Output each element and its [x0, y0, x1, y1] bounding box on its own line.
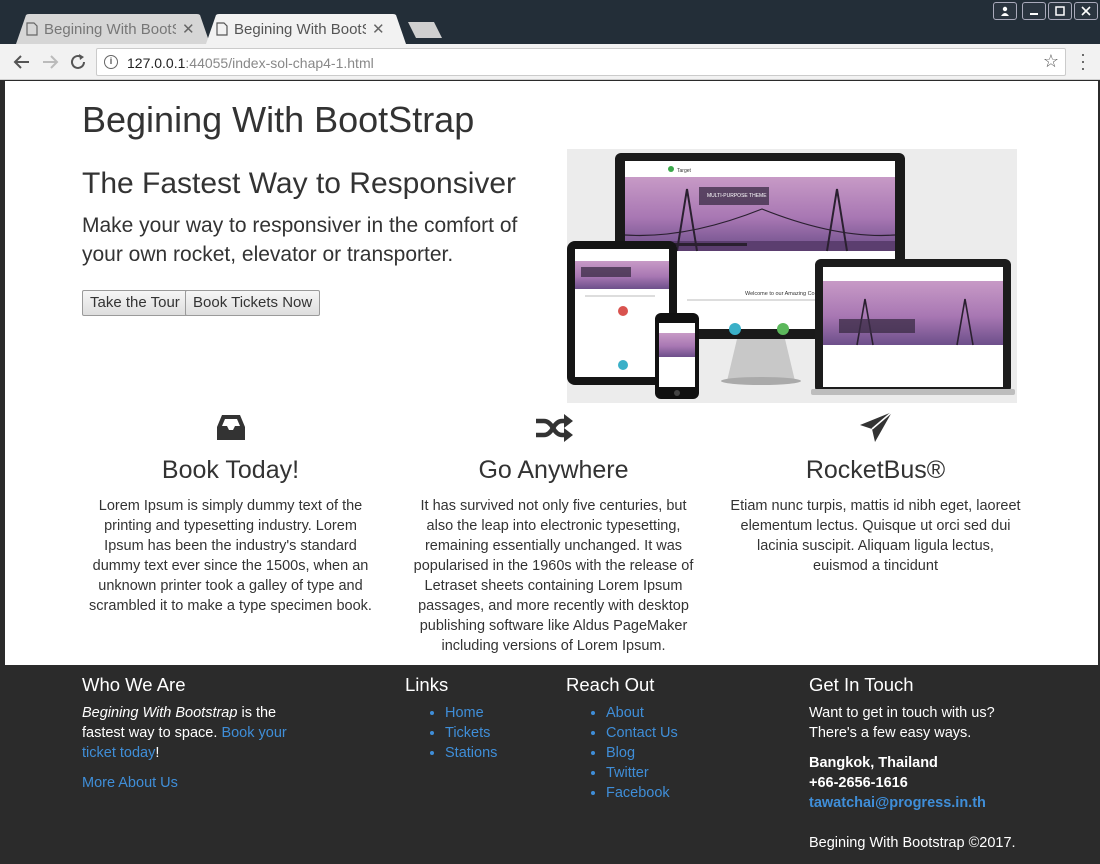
reload-icon[interactable]	[68, 52, 88, 72]
site-title: Begining With BootStrap	[82, 99, 475, 140]
url-host: 127.0.0.1	[127, 55, 186, 71]
more-about-us-link[interactable]: More About Us	[82, 775, 178, 791]
link-stations[interactable]: Stations	[445, 745, 497, 761]
url-text[interactable]: 127.0.0.1:44055/index-sol-chap4-1.html	[127, 55, 374, 71]
feature-text: It has survived not only five centuries,…	[413, 498, 694, 654]
close-window-button[interactable]	[1074, 2, 1098, 20]
toolbar: i 127.0.0.1:44055/index-sol-chap4-1.html…	[0, 44, 1100, 80]
close-icon[interactable]: ✕	[372, 20, 385, 38]
url-path: :44055/index-sol-chap4-1.html	[185, 55, 374, 71]
address-bar[interactable]: i 127.0.0.1:44055/index-sol-chap4-1.html…	[96, 48, 1066, 76]
link-facebook[interactable]: Facebook	[606, 785, 670, 801]
footer-heading: Links	[405, 674, 449, 695]
take-tour-button[interactable]: Take the Tour	[82, 290, 188, 316]
menu-dots-icon[interactable]: · · ·	[1080, 45, 1086, 77]
who-after: !	[155, 745, 160, 761]
maximize-button[interactable]	[1048, 2, 1072, 20]
responsive-devices-image: Target MULTI-PURPOSE THEME Welcome to ou…	[567, 149, 1017, 403]
copyright: Begining With Bootstrap ©2017.	[809, 835, 1016, 851]
tab-title: Begining With BootStrap	[234, 20, 366, 38]
link-about[interactable]: About	[606, 705, 644, 721]
footer-heading: Reach Out	[566, 674, 655, 695]
feature-go-anywhere: Go Anywhere It has survived not only fiv…	[405, 403, 702, 656]
footer-heading: Who We Are	[82, 674, 186, 695]
footer-links: Links Home Tickets Stations	[405, 675, 555, 763]
link-home[interactable]: Home	[445, 705, 484, 721]
feature-text: Lorem Ipsum is simply dummy text of the …	[89, 498, 372, 614]
forward-arrow-icon[interactable]	[40, 52, 60, 72]
info-icon[interactable]: i	[104, 55, 118, 69]
new-tab-button[interactable]	[408, 22, 442, 38]
document-icon	[26, 22, 38, 36]
book-tickets-button[interactable]: Book Tickets Now	[185, 290, 321, 316]
link-twitter[interactable]: Twitter	[606, 765, 649, 781]
footer-get-in-touch: Get In Touch Want to get in touch with u…	[809, 675, 1019, 853]
touch-text: Want to get in touch with us? There's a …	[809, 705, 995, 741]
tab-inactive[interactable]: Begining With BootStrap ✕	[16, 14, 210, 44]
footer: Who We Are Begining With Bootstrap is th…	[5, 665, 1098, 864]
inbox-icon	[216, 415, 245, 440]
feature-title: RocketBus®	[805, 456, 946, 484]
footer-who-we-are: Who We Are Begining With Bootstrap is th…	[82, 675, 302, 793]
tab-title: Begining With BootStrap	[44, 20, 176, 38]
mockup-brand: Target	[677, 168, 692, 174]
link-contact-us[interactable]: Contact Us	[606, 725, 678, 741]
hero-lead: Make your way to responsiver in the comf…	[82, 214, 518, 266]
browser-titlebar: Begining With BootStrap ✕ Begining With …	[0, 0, 1100, 44]
minimize-button[interactable]	[1022, 2, 1046, 20]
footer-heading: Get In Touch	[809, 674, 914, 695]
feature-title: Book Today!	[161, 456, 300, 484]
tab-active[interactable]: Begining With BootStrap ✕	[206, 14, 406, 44]
footer-who-text: Begining With Bootstrap is the fastest w…	[82, 703, 302, 763]
hero-heading: The Fastest Way to Responsiver	[82, 167, 517, 200]
document-icon	[216, 22, 228, 36]
mockup-banner: MULTI-PURPOSE THEME	[707, 193, 767, 199]
feature-rocketbus: RocketBus® Etiam nunc turpis, mattis id …	[727, 403, 1024, 576]
feature-text: Etiam nunc turpis, mattis id nibh eget, …	[730, 498, 1021, 574]
shuffle-icon	[535, 414, 573, 442]
close-icon[interactable]: ✕	[182, 20, 195, 38]
bookmark-star-icon[interactable]: ☆	[1043, 51, 1059, 72]
contact-phone: +66-2656-1616	[809, 775, 908, 791]
footer-reach-out: Reach Out About Contact Us Blog Twitter …	[566, 675, 766, 803]
contact-city: Bangkok, Thailand	[809, 755, 938, 771]
send-icon	[859, 411, 893, 442]
brand-name: Begining With Bootstrap	[82, 705, 238, 721]
back-arrow-icon[interactable]	[12, 52, 32, 72]
link-tickets[interactable]: Tickets	[445, 725, 490, 741]
link-blog[interactable]: Blog	[606, 745, 635, 761]
page-content: Begining With BootStrap The Fastest Way …	[5, 81, 1098, 864]
feature-book-today: Book Today! Lorem Ipsum is simply dummy …	[82, 403, 379, 616]
contact-email-link[interactable]: tawatchai@progress.in.th	[809, 795, 986, 811]
feature-title: Go Anywhere	[478, 456, 629, 484]
profile-icon[interactable]	[993, 2, 1017, 20]
